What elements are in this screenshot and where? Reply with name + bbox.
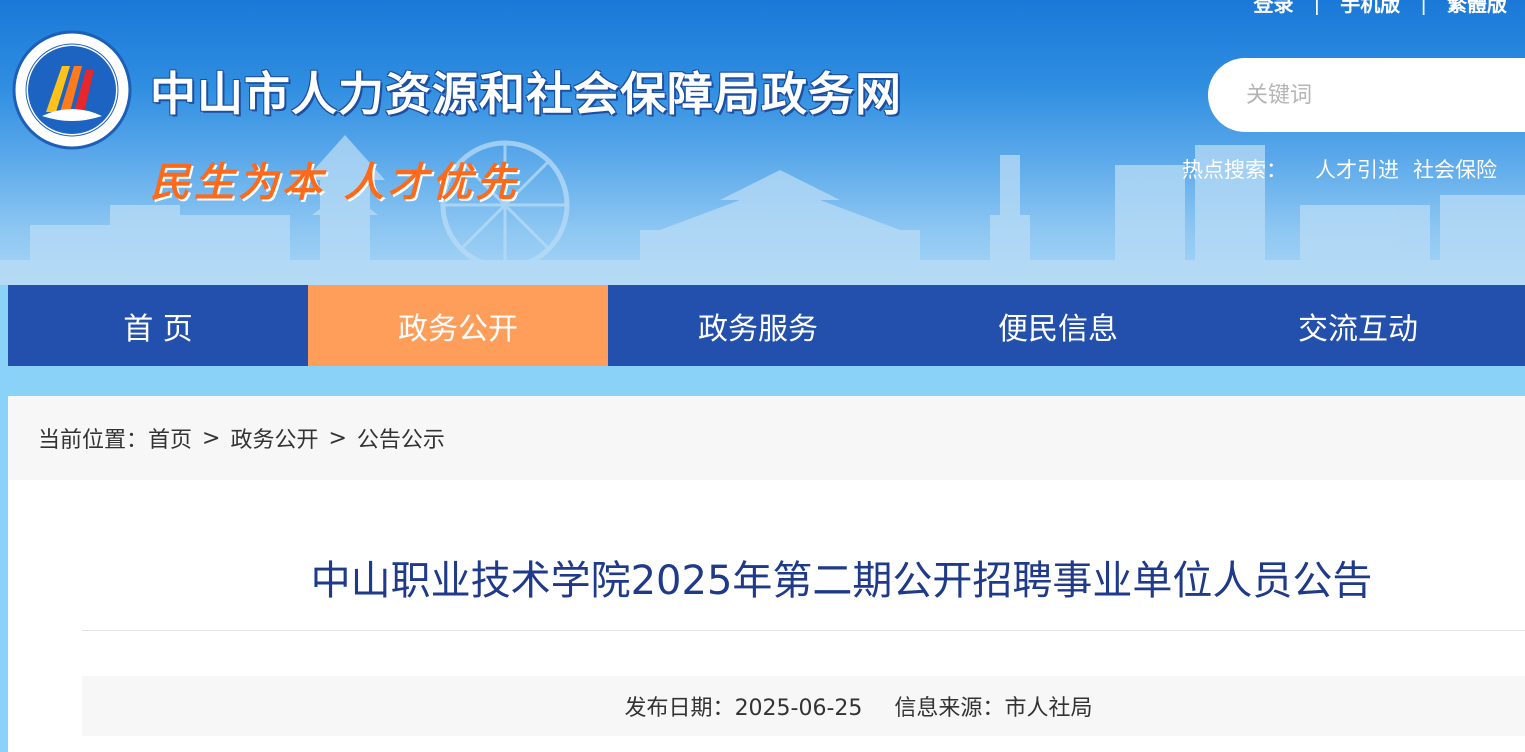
breadcrumb-item-government-affairs[interactable]: 政务公开 xyxy=(230,422,318,454)
hot-search: 热点搜索： 人才引进 社会保险 xyxy=(1182,154,1497,184)
nav-item-interaction[interactable]: 交流互动 xyxy=(1208,285,1508,366)
top-links: 登录 | 手机版 | 繁體版 xyxy=(1254,0,1508,17)
search-box xyxy=(1208,58,1525,132)
nav-item-public-info[interactable]: 便民信息 xyxy=(908,285,1208,366)
publish-date: 发布日期：2025-06-25 xyxy=(625,690,863,722)
article-title: 中山职业技术学院2025年第二期公开招聘事业单位人员公告 xyxy=(310,558,1373,604)
title-divider xyxy=(82,630,1525,631)
hot-search-item[interactable]: 社会保险 xyxy=(1413,154,1497,184)
info-source-label: 信息来源： xyxy=(894,696,1005,721)
link-separator: | xyxy=(1420,0,1427,15)
site-header: 登录 | 手机版 | 繁體版 中山市人力资源和社会保障局政务网 民生为本 人才优… xyxy=(0,0,1525,285)
breadcrumb: 当前位置： 首页 > 政务公开 > 公告公示 xyxy=(8,396,1525,480)
nav-item-government-affairs[interactable]: 政务公开 xyxy=(308,285,608,366)
mobile-version-link[interactable]: 手机版 xyxy=(1340,0,1400,17)
breadcrumb-item-home[interactable]: 首页 xyxy=(148,422,192,454)
site-slogan: 民生为本 人才优先 xyxy=(150,159,520,206)
link-separator: | xyxy=(1313,0,1321,15)
publish-date-label: 发布日期： xyxy=(624,696,735,721)
hot-search-item[interactable]: 人才引进 xyxy=(1315,154,1399,184)
nav-item-government-services[interactable]: 政务服务 xyxy=(608,285,908,366)
site-title: 中山市人力资源和社会保障局政务网 xyxy=(150,67,902,121)
breadcrumb-separator: > xyxy=(202,425,221,451)
main-nav: 首 页 政务公开 政务服务 便民信息 交流互动 xyxy=(8,285,1525,366)
breadcrumb-prefix: 当前位置： xyxy=(38,428,149,453)
search-input[interactable] xyxy=(1244,81,1525,109)
info-source: 信息来源：市人社局 xyxy=(894,690,1092,722)
breadcrumb-separator: > xyxy=(328,425,347,451)
hot-search-label: 热点搜索： xyxy=(1182,158,1287,182)
nav-item-home[interactable]: 首 页 xyxy=(8,285,308,366)
article-meta: 发布日期：2025-06-25 信息来源：市人社局 xyxy=(82,676,1525,736)
bureau-emblem-logo[interactable] xyxy=(12,30,132,150)
info-source-value: 市人社局 xyxy=(1004,696,1093,721)
login-link[interactable]: 登录 xyxy=(1254,0,1294,17)
traditional-chinese-link[interactable]: 繁體版 xyxy=(1447,0,1507,17)
main-content: 当前位置： 首页 > 政务公开 > 公告公示 中山职业技术学院2025年第二期公… xyxy=(8,396,1525,752)
publish-date-value: 2025-06-25 xyxy=(734,696,863,721)
breadcrumb-item-announcements[interactable]: 公告公示 xyxy=(357,422,445,454)
